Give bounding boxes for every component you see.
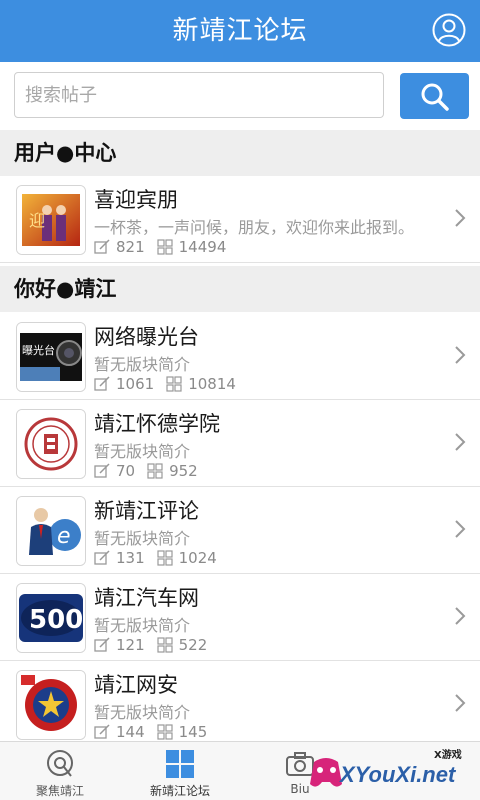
forum-description: 暂无版块简介 — [94, 355, 191, 374]
nav-label: 新靖江论坛 — [149, 784, 210, 798]
forum-stats: 144 145 — [94, 722, 207, 742]
chevron-right-icon — [455, 433, 466, 451]
nav-label: 聚焦靖江 — [35, 784, 84, 798]
thumb-text: 500 — [29, 605, 83, 635]
edit-icon — [94, 637, 110, 652]
post-count: 121 — [116, 636, 145, 654]
forum-title: 靖江怀德学院 — [94, 412, 220, 436]
page-title: 新靖江论坛 — [172, 16, 308, 46]
forum-stats: 70 952 — [94, 461, 198, 481]
thread-count: 145 — [178, 723, 208, 741]
thread-count: 1024 — [178, 549, 217, 567]
search-icon — [421, 83, 449, 111]
welcome-banner-icon: 迎 — [16, 185, 86, 255]
section-header-hello-jingjiang: 你好●靖江 — [0, 266, 480, 312]
forum-item-cyber-police[interactable]: 靖江网安 暂无版块简介 144 145 — [0, 661, 480, 748]
post-count: 144 — [116, 723, 145, 741]
search-bar — [0, 62, 480, 130]
edit-icon — [94, 463, 110, 478]
post-count: 70 — [116, 462, 136, 480]
section-header-user-center: 用户●中心 — [0, 130, 480, 176]
chevron-right-icon — [455, 209, 466, 227]
watermark-text: XYouXi.net — [340, 762, 456, 787]
forum-stats: 121 522 — [94, 635, 207, 655]
svg-text:e: e — [57, 524, 71, 549]
search-button[interactable] — [400, 73, 469, 119]
app-header: 新靖江论坛 — [0, 0, 480, 62]
forum-title: 网络曝光台 — [94, 325, 199, 349]
forum-item-auto[interactable]: 500 靖江汽车网 暂无版块简介 121 522 — [0, 574, 480, 661]
forum-stats: 1061 10814 — [94, 374, 236, 394]
forum-item-commentary[interactable]: e 新靖江评论 暂无版块简介 131 1024 — [0, 487, 480, 574]
camera-exposure-icon: 曝光台 — [16, 322, 86, 392]
nav-item-focus[interactable]: 聚焦靖江 — [0, 742, 120, 800]
forum-description: 一杯茶，一声问候，朋友，欢迎你来此报到。 — [94, 218, 415, 237]
forum-description: 暂无版块简介 — [94, 529, 191, 548]
thread-count: 522 — [178, 636, 208, 654]
thread-count: 10814 — [188, 375, 236, 393]
chevron-right-icon — [455, 520, 466, 538]
grid-count-icon — [157, 239, 173, 255]
nav-item-forum[interactable]: 新靖江论坛 — [120, 742, 240, 800]
forum-description: 暂无版块简介 — [94, 703, 191, 722]
post-count: 1061 — [116, 375, 155, 393]
chevron-right-icon — [455, 694, 466, 712]
grid-count-icon — [157, 637, 173, 653]
college-seal-icon — [16, 409, 86, 479]
thumb-text: 曝光台 — [22, 343, 55, 357]
forum-description: 暂无版块简介 — [94, 616, 191, 635]
police-emblem-icon — [16, 670, 86, 740]
post-count: 131 — [116, 549, 145, 567]
grid-count-icon — [157, 550, 173, 566]
chevron-right-icon — [455, 607, 466, 625]
grid-icon — [166, 750, 194, 778]
forum-title: 靖江汽车网 — [94, 586, 199, 610]
thread-count: 952 — [169, 462, 198, 480]
grid-count-icon — [166, 376, 182, 392]
commentator-icon: e — [16, 496, 86, 566]
user-circle-icon[interactable] — [432, 13, 466, 47]
edit-icon — [94, 724, 110, 739]
forum-stats: 821 14494 — [94, 237, 226, 257]
watermark-small-text: X游戏 — [434, 750, 462, 761]
post-count: 821 — [116, 238, 145, 256]
edit-icon — [94, 376, 110, 391]
forum-description: 暂无版块简介 — [94, 442, 191, 461]
thread-count: 14494 — [178, 238, 227, 256]
forum-item-exposure[interactable]: 曝光台 网络曝光台 暂无版块简介 1061 10814 — [0, 313, 480, 400]
forum-stats: 131 1024 — [94, 548, 217, 568]
focus-icon — [47, 750, 73, 777]
forum-item-welcome[interactable]: 迎 喜迎宾朋 一杯茶，一声问候，朋友，欢迎你来此报到。 821 14494 — [0, 176, 480, 263]
chevron-right-icon — [455, 346, 466, 364]
forum-title: 喜迎宾朋 — [94, 188, 178, 212]
grid-count-icon — [147, 463, 163, 479]
watermark-logo: X游戏 XYouXi.net — [300, 744, 480, 800]
svg-text:迎: 迎 — [29, 211, 45, 230]
forum-item-college[interactable]: 靖江怀德学院 暂无版块简介 70 952 — [0, 400, 480, 487]
edit-icon — [94, 239, 110, 254]
forum-title: 新靖江评论 — [94, 499, 199, 523]
car-500-icon: 500 — [16, 583, 86, 653]
forum-title: 靖江网安 — [94, 673, 178, 697]
search-input[interactable] — [14, 72, 384, 118]
grid-count-icon — [157, 724, 173, 740]
edit-icon — [94, 550, 110, 565]
